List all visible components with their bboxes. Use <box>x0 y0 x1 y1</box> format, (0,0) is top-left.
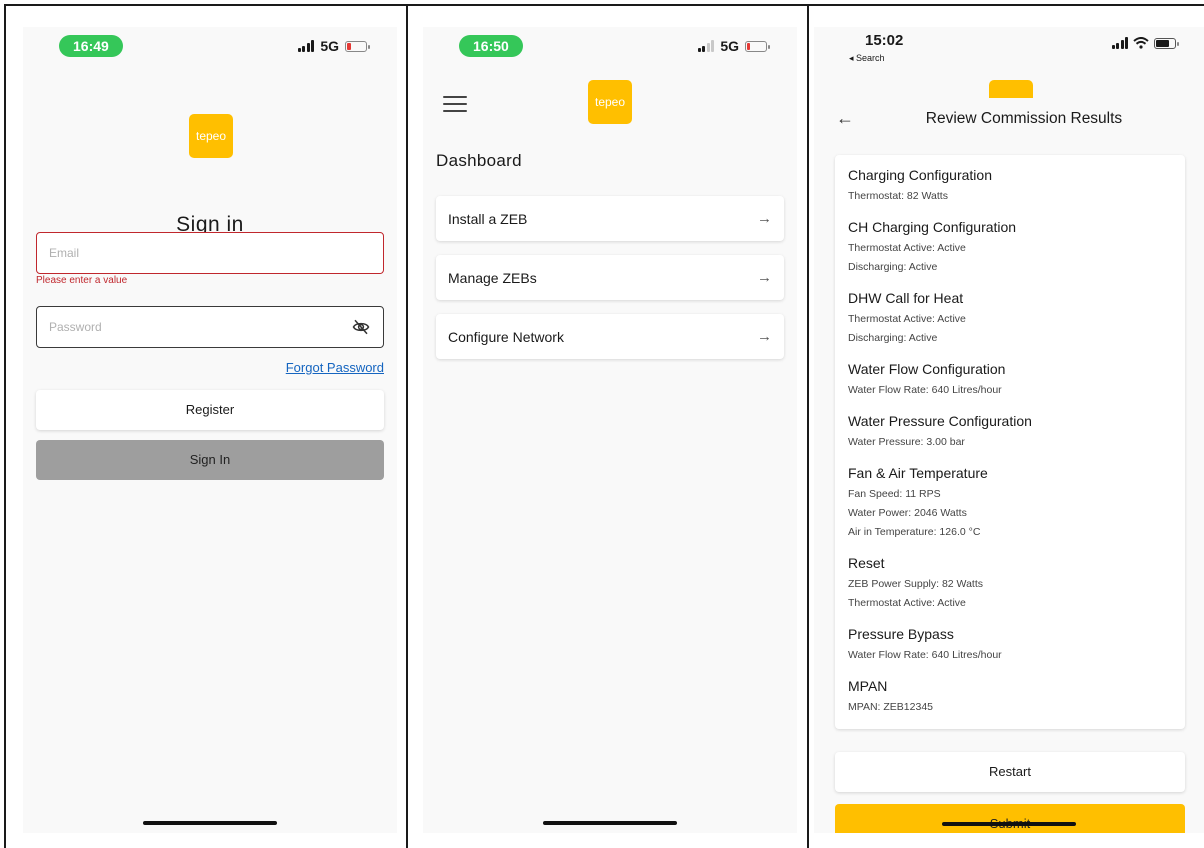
outer-border-left <box>4 4 6 848</box>
arrow-right-icon: → <box>757 210 772 227</box>
menu-icon[interactable] <box>443 96 467 112</box>
signin-screen: 16:49 5G tepeo Sign in Email Please ente… <box>23 27 397 833</box>
result-section-title: Water Pressure Configuration <box>848 413 1032 429</box>
status-time: 16:50 <box>459 35 523 57</box>
menu-item-label: Install a ZEB <box>448 210 528 227</box>
result-section-title: CH Charging Configuration <box>848 219 1017 235</box>
password-field[interactable]: Password <box>36 306 384 348</box>
status-icons: 5G <box>297 38 370 54</box>
result-value: Water Power: 2046 Watts <box>848 507 967 519</box>
status-time: 16:49 <box>59 35 123 57</box>
tepeo-logo: tepeo <box>588 80 632 124</box>
password-placeholder: Password <box>49 320 102 334</box>
result-value: Discharging: Active <box>848 261 938 273</box>
restart-button[interactable]: Restart <box>835 752 1185 792</box>
register-button[interactable]: Register <box>36 390 384 430</box>
divider-2 <box>807 4 809 848</box>
home-indicator <box>543 821 677 825</box>
signin-button[interactable]: Sign In <box>36 440 384 480</box>
page-title: Dashboard <box>436 151 522 170</box>
email-field[interactable]: Email <box>36 232 384 274</box>
result-section-title: Water Flow Configuration <box>848 361 1006 377</box>
signal-icon <box>1111 37 1128 49</box>
result-section: MPAN MPAN: ZEB12345 <box>848 678 1172 717</box>
review-header: ← Review Commission Results <box>814 98 1204 146</box>
email-error-text: Please enter a value <box>36 275 128 286</box>
result-value: Thermostat Active: Active <box>848 597 966 609</box>
divider-1 <box>406 4 408 848</box>
result-section: Water Pressure Configuration Water Pressu… <box>848 413 1172 452</box>
status-time: 15:02 <box>865 32 904 49</box>
result-section: Fan & Air Temperature Fan Speed: 11 RPS Wa… <box>848 465 1172 542</box>
submit-button[interactable]: Submit <box>835 804 1185 833</box>
status-icons: 5G <box>697 38 770 54</box>
result-value: Water Flow Rate: 640 Litres/hour <box>848 649 1002 661</box>
result-section: Reset ZEB Power Supply: 82 Watts Thermosta… <box>848 555 1172 613</box>
forgot-password-link[interactable]: Forgot Password <box>286 360 384 375</box>
tepeo-logo: tepeo <box>189 114 233 158</box>
result-section-title: Fan & Air Temperature <box>848 465 988 481</box>
battery-icon <box>345 40 370 52</box>
arrow-right-icon: → <box>757 269 772 286</box>
menu-item-install-zeb[interactable]: Install a ZEB → <box>436 196 784 241</box>
result-value: Thermostat Active: Active <box>848 242 966 254</box>
review-screen: 15:02 ◂ Search ← Review Commission Resul… <box>814 27 1204 833</box>
result-section: CH Charging Configuration Thermostat Acti… <box>848 219 1172 277</box>
home-indicator <box>143 821 277 825</box>
result-section: DHW Call for Heat Thermostat Active: Acti… <box>848 290 1172 348</box>
result-value: MPAN: ZEB12345 <box>848 701 934 713</box>
result-section: Water Flow Configuration Water Flow Rate:… <box>848 361 1172 400</box>
result-section-title: MPAN <box>848 678 888 694</box>
signal-icon <box>297 40 315 52</box>
menu-item-label: Configure Network <box>448 328 564 345</box>
result-value: Water Pressure: 3.00 bar <box>848 436 965 448</box>
email-placeholder: Email <box>49 246 80 260</box>
battery-icon <box>1154 37 1179 49</box>
menu-item-manage-zebs[interactable]: Manage ZEBs → <box>436 255 784 300</box>
page-title: Review Commission Results <box>925 110 1123 127</box>
wifi-icon <box>1133 37 1149 49</box>
status-bar: 16:50 5G <box>423 27 797 87</box>
result-value: ZEB Power Supply: 82 Watts <box>848 578 983 590</box>
menu-item-configure-network[interactable]: Configure Network → <box>436 314 784 359</box>
result-value: Thermostat Active: Active <box>848 313 966 325</box>
eye-slash-icon[interactable] <box>351 318 371 336</box>
results-card: Charging Configuration Thermostat: 82 Wat… <box>835 155 1185 729</box>
dashboard-screen: 16:50 5G tepeo Dashboard Install a ZEB →… <box>423 27 797 833</box>
result-value: Air in Temperature: 126.0 °C <box>848 526 981 538</box>
result-value: Fan Speed: 11 RPS <box>848 488 941 500</box>
result-value: Water Flow Rate: 640 Litres/hour <box>848 384 1002 396</box>
result-section-title: Reset <box>848 555 885 571</box>
result-section-title: Charging Configuration <box>848 167 992 183</box>
result-section-title: Pressure Bypass <box>848 626 954 642</box>
status-bar: 16:49 5G <box>23 27 397 87</box>
outer-border-top <box>4 4 1204 6</box>
back-to-search-link[interactable]: ◂ Search <box>849 53 885 64</box>
result-section: Charging Configuration Thermostat: 82 Wat… <box>848 167 1172 206</box>
result-value: Thermostat: 82 Watts <box>848 190 948 202</box>
home-indicator <box>942 822 1076 826</box>
result-section-title: DHW Call for Heat <box>848 290 964 306</box>
arrow-right-icon: → <box>757 328 772 345</box>
signal-icon <box>697 40 715 52</box>
result-section: Pressure Bypass Water Flow Rate: 640 Litr… <box>848 626 1172 665</box>
battery-icon <box>745 40 770 52</box>
status-icons <box>1111 37 1179 49</box>
network-label: 5G <box>720 38 739 54</box>
menu-item-label: Manage ZEBs <box>448 269 537 286</box>
network-label: 5G <box>320 38 339 54</box>
result-value: Discharging: Active <box>848 332 938 344</box>
